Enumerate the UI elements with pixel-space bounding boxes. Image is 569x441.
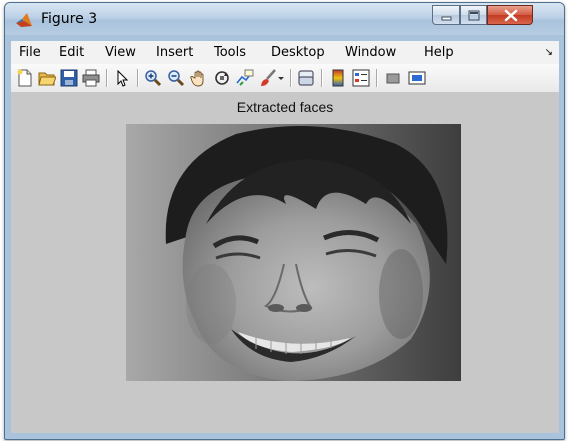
face-image: [126, 124, 461, 381]
matlab-logo-icon: [15, 11, 33, 29]
close-button[interactable]: [487, 5, 533, 25]
minimize-icon: [441, 16, 452, 21]
pan-hand-icon[interactable]: [190, 69, 208, 87]
maximize-icon: [468, 10, 480, 21]
open-file-icon[interactable]: [38, 69, 56, 87]
menu-help[interactable]: Help: [424, 45, 454, 60]
menu-bar: File Edit View Insert Tools Desktop Wind…: [11, 41, 559, 64]
data-cursor-icon[interactable]: [236, 69, 254, 87]
menu-window[interactable]: Window: [345, 45, 396, 60]
new-figure-icon[interactable]: [16, 69, 34, 87]
toolbar-separator: [290, 69, 292, 87]
show-plot-tools-icon[interactable]: [408, 69, 426, 87]
close-icon: [504, 9, 518, 22]
figure-window: Figure 3 File Edit View Insert Tools Des…: [4, 2, 565, 440]
title-bar[interactable]: Figure 3: [5, 3, 564, 35]
window-title: Figure 3: [41, 11, 98, 27]
menu-desktop[interactable]: Desktop: [271, 45, 325, 60]
select-arrow-icon[interactable]: [113, 69, 131, 87]
rotate-3d-icon[interactable]: [213, 69, 231, 87]
toolbar-separator: [376, 69, 378, 87]
link-plot-icon[interactable]: [297, 69, 315, 87]
toolbar-separator: [321, 69, 323, 87]
print-icon[interactable]: [82, 69, 100, 87]
menu-tools[interactable]: Tools: [214, 45, 246, 60]
zoom-in-icon[interactable]: [144, 69, 162, 87]
toolbar-separator: [137, 69, 139, 87]
minimize-button[interactable]: [432, 5, 460, 25]
menu-overflow-icon[interactable]: ↘: [545, 47, 553, 58]
brush-dropdown-icon[interactable]: [277, 69, 285, 87]
legend-icon[interactable]: [352, 69, 370, 87]
figure-canvas: Extracted faces: [11, 93, 559, 433]
menu-file[interactable]: File: [19, 45, 41, 60]
save-icon[interactable]: [60, 69, 78, 87]
axes-title: Extracted faces: [236, 99, 334, 115]
menu-edit[interactable]: Edit: [59, 45, 84, 60]
toolbar-separator: [106, 69, 108, 87]
menu-view[interactable]: View: [105, 45, 136, 60]
zoom-out-icon[interactable]: [167, 69, 185, 87]
figure-toolbar: [11, 64, 559, 93]
maximize-button[interactable]: [460, 5, 487, 25]
colorbar-icon[interactable]: [329, 69, 347, 87]
hide-plot-tools-icon[interactable]: [384, 69, 402, 87]
brush-icon[interactable]: [259, 69, 277, 87]
menu-insert[interactable]: Insert: [156, 45, 193, 60]
